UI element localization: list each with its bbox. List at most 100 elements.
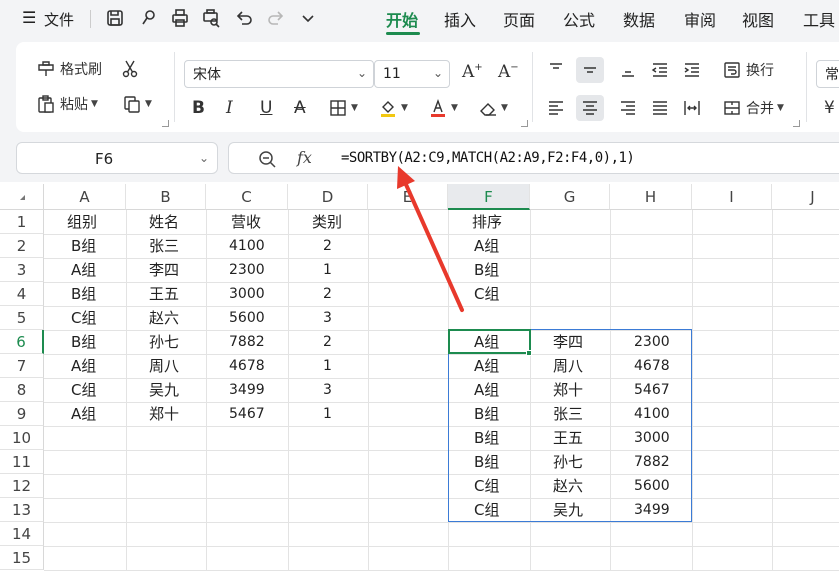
- cell-b4[interactable]: 王五: [149, 282, 179, 306]
- cell-b2[interactable]: 张三: [149, 234, 179, 258]
- cell-c6[interactable]: 7882: [229, 330, 265, 354]
- chevron-down-icon[interactable]: ⌄: [199, 151, 209, 165]
- row-header[interactable]: 15: [0, 546, 44, 570]
- cell-c1[interactable]: 营收: [231, 210, 261, 234]
- distribute-button[interactable]: [682, 98, 702, 118]
- row-header[interactable]: 7: [0, 354, 44, 378]
- column-header-j[interactable]: J: [772, 184, 839, 210]
- format-painter-icon[interactable]: [138, 7, 160, 29]
- cell-c9[interactable]: 5467: [229, 402, 265, 426]
- cell-c3[interactable]: 2300: [229, 258, 265, 282]
- row-header[interactable]: 10: [0, 426, 44, 450]
- font-dialog-launcher[interactable]: [521, 120, 528, 127]
- font-name-select[interactable]: 宋体 ⌄: [184, 60, 374, 88]
- column-header-d[interactable]: D: [288, 184, 368, 210]
- undo-icon[interactable]: [233, 7, 255, 29]
- column-header-h[interactable]: H: [610, 184, 692, 210]
- column-header-b[interactable]: B: [126, 184, 206, 210]
- chevron-down-icon[interactable]: [297, 7, 319, 29]
- cell-a6[interactable]: B组: [71, 330, 96, 354]
- bold-button[interactable]: B: [192, 98, 205, 118]
- font-color-button[interactable]: ▼: [428, 98, 458, 118]
- cell-b6[interactable]: 孙七: [149, 330, 179, 354]
- tab-review[interactable]: 审阅: [684, 7, 716, 31]
- format-painter-button[interactable]: 格式刷: [36, 59, 102, 79]
- clear-button[interactable]: ▼: [478, 98, 508, 118]
- row-header[interactable]: 14: [0, 522, 44, 546]
- print-icon[interactable]: [169, 7, 191, 29]
- borders-button[interactable]: ▼: [328, 98, 358, 118]
- cell-b1[interactable]: 姓名: [149, 210, 179, 234]
- cell-f1[interactable]: 排序: [472, 210, 502, 234]
- row-header[interactable]: 2: [0, 234, 44, 258]
- cell-a1[interactable]: 组别: [67, 210, 97, 234]
- cell-a4[interactable]: B组: [71, 282, 96, 306]
- cell-a8[interactable]: C组: [71, 378, 96, 402]
- cell-a5[interactable]: C组: [71, 306, 96, 330]
- cell-b5[interactable]: 赵六: [149, 306, 179, 330]
- strikethrough-button[interactable]: A: [294, 98, 306, 118]
- cell-d9[interactable]: 1: [323, 402, 332, 426]
- cell-a2[interactable]: B组: [71, 234, 96, 258]
- row-header[interactable]: 3: [0, 258, 44, 282]
- row-header[interactable]: 4: [0, 282, 44, 306]
- cell-f2[interactable]: A组: [474, 234, 499, 258]
- column-header-a[interactable]: A: [44, 184, 126, 210]
- tab-formula[interactable]: 公式: [563, 7, 595, 31]
- cell-a9[interactable]: A组: [71, 402, 96, 426]
- tab-view[interactable]: 视图: [742, 7, 774, 31]
- cell-c5[interactable]: 5600: [229, 306, 265, 330]
- select-all-corner[interactable]: [0, 184, 44, 210]
- underline-button[interactable]: U: [260, 98, 272, 118]
- column-header-e[interactable]: E: [368, 184, 448, 210]
- column-header-i[interactable]: I: [692, 184, 772, 210]
- cell-d5[interactable]: 3: [323, 306, 332, 330]
- cell-d2[interactable]: 2: [323, 234, 332, 258]
- row-header[interactable]: 13: [0, 498, 44, 522]
- italic-button[interactable]: I: [226, 98, 233, 118]
- hamburger-icon[interactable]: ☰: [22, 8, 36, 27]
- row-header[interactable]: 8: [0, 378, 44, 402]
- cell-b7[interactable]: 周八: [149, 354, 179, 378]
- align-middle-button[interactable]: [576, 57, 604, 83]
- row-header[interactable]: 5: [0, 306, 44, 330]
- copy-button[interactable]: ▼: [122, 94, 152, 114]
- increase-indent-button[interactable]: [682, 60, 702, 80]
- column-header-f[interactable]: F: [448, 184, 530, 210]
- cell-c4[interactable]: 3000: [229, 282, 265, 306]
- row-header[interactable]: 12: [0, 474, 44, 498]
- alignment-dialog-launcher[interactable]: [793, 120, 800, 127]
- align-center-button[interactable]: [576, 95, 604, 121]
- cell-c8[interactable]: 3499: [229, 378, 265, 402]
- wrap-text-button[interactable]: 换行: [722, 60, 774, 80]
- align-left-button[interactable]: [546, 98, 566, 118]
- fill-color-button[interactable]: ▼: [378, 98, 408, 118]
- redo-icon[interactable]: [265, 7, 287, 29]
- cell-d6[interactable]: 2: [323, 330, 332, 354]
- justify-button[interactable]: [650, 98, 670, 118]
- spreadsheet-grid[interactable]: A B C D E F G H I J 1 2 3 4 5 6 7 8 9 10…: [0, 184, 839, 571]
- cell-a3[interactable]: A组: [71, 258, 96, 282]
- formula-input[interactable]: =SORTBY(A2:C9,MATCH(A2:A9,F2:F4,0),1): [341, 150, 635, 166]
- align-bottom-button[interactable]: [618, 60, 638, 80]
- tab-home[interactable]: 开始: [386, 7, 418, 31]
- tab-page[interactable]: 页面: [503, 7, 535, 31]
- currency-button[interactable]: ¥: [824, 98, 835, 118]
- number-format-select[interactable]: 常: [816, 60, 839, 88]
- row-header[interactable]: 11: [0, 450, 44, 474]
- column-header-g[interactable]: G: [530, 184, 610, 210]
- cell-b8[interactable]: 吴九: [149, 378, 179, 402]
- font-size-select[interactable]: 11 ⌄: [374, 60, 450, 88]
- cell-b9[interactable]: 郑十: [149, 402, 179, 426]
- print-preview-icon[interactable]: [200, 7, 222, 29]
- tab-data[interactable]: 数据: [623, 7, 655, 31]
- zoom-icon[interactable]: [257, 149, 277, 169]
- formula-box[interactable]: fx =SORTBY(A2:C9,MATCH(A2:A9,F2:F4,0),1): [228, 142, 839, 174]
- file-menu[interactable]: 文件: [44, 9, 74, 30]
- decrease-indent-button[interactable]: [650, 60, 670, 80]
- name-box[interactable]: F6 ⌄: [16, 142, 218, 174]
- cell-a7[interactable]: A组: [71, 354, 96, 378]
- cell-d1[interactable]: 类别: [312, 210, 342, 234]
- cell-d4[interactable]: 2: [323, 282, 332, 306]
- cell-d8[interactable]: 3: [323, 378, 332, 402]
